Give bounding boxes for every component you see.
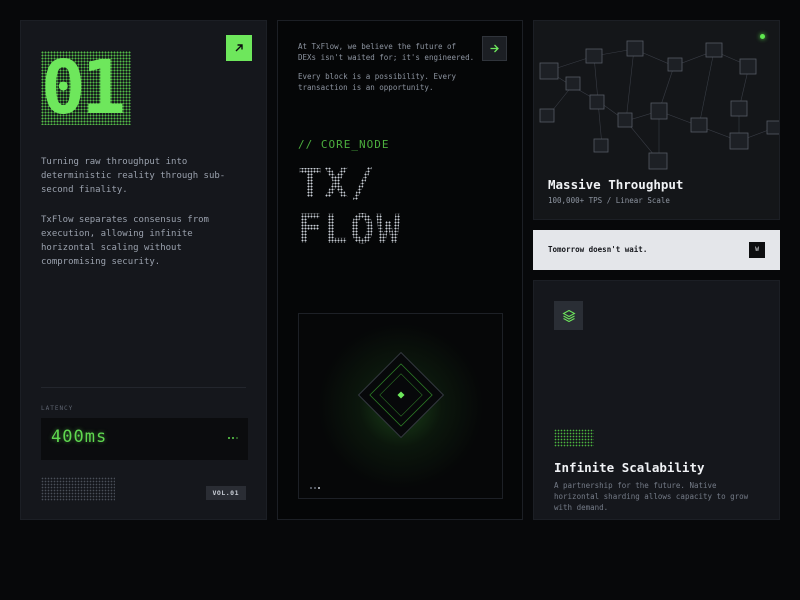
activity-indicator — [228, 437, 238, 439]
scalability-description: A partnership for the future. Native hor… — [554, 481, 749, 512]
divider — [41, 387, 246, 388]
intro-paragraph-2: TxFlow separates consensus from executio… — [41, 215, 209, 267]
latency-label: LATENCY — [41, 405, 74, 412]
arrow-up-right-icon — [235, 44, 243, 52]
tomorrow-text: Tomorrow doesn't wait. — [548, 245, 648, 254]
core-visual — [298, 313, 503, 499]
throughput-title: Massive Throughput — [548, 177, 684, 192]
mission-text: At TxFlow, we believe the future of DEXs… — [298, 42, 475, 62]
tomorrow-banner: Tomorrow doesn't wait. W — [533, 230, 780, 270]
latency-display: 400ms — [41, 418, 248, 460]
intro-card: 01 Turning raw throughput into determini… — [20, 20, 267, 520]
status-indicator — [760, 34, 765, 39]
possibility-text: Every block is a possibility. Every tran… — [298, 72, 457, 92]
volume-badge: VOL.01 — [205, 486, 246, 500]
open-button[interactable] — [226, 35, 252, 61]
core-node-card: At TxFlow, we believe the future of DEXs… — [277, 20, 523, 520]
scalability-title: Infinite Scalability — [554, 460, 705, 475]
section-number: 01 — [41, 45, 131, 131]
network-cubes-graphic — [539, 40, 779, 170]
pagination-dots[interactable] — [310, 487, 320, 489]
scalability-card: Infinite Scalability A partnership for t… — [533, 280, 780, 520]
next-button[interactable] — [482, 36, 507, 61]
latency-value: 400ms — [51, 427, 108, 447]
core-node-label: // CORE_NODE — [298, 138, 390, 151]
intro-paragraph-1: Turning raw throughput into deterministi… — [41, 157, 226, 195]
tomorrow-button[interactable]: W — [749, 242, 765, 258]
arrow-right-icon — [490, 44, 499, 53]
brand-title: TX/ FLOW — [298, 161, 403, 253]
layers-icon — [561, 309, 576, 322]
throughput-subtitle: 100,000+ TPS / Linear Scale — [548, 196, 670, 205]
layers-badge — [554, 301, 583, 330]
dot-grid-decoration — [554, 429, 594, 447]
diamond-core-icon — [357, 351, 445, 439]
throughput-card: Massive Throughput 100,000+ TPS / Linear… — [533, 20, 780, 220]
dot-grid-decoration — [41, 477, 115, 501]
